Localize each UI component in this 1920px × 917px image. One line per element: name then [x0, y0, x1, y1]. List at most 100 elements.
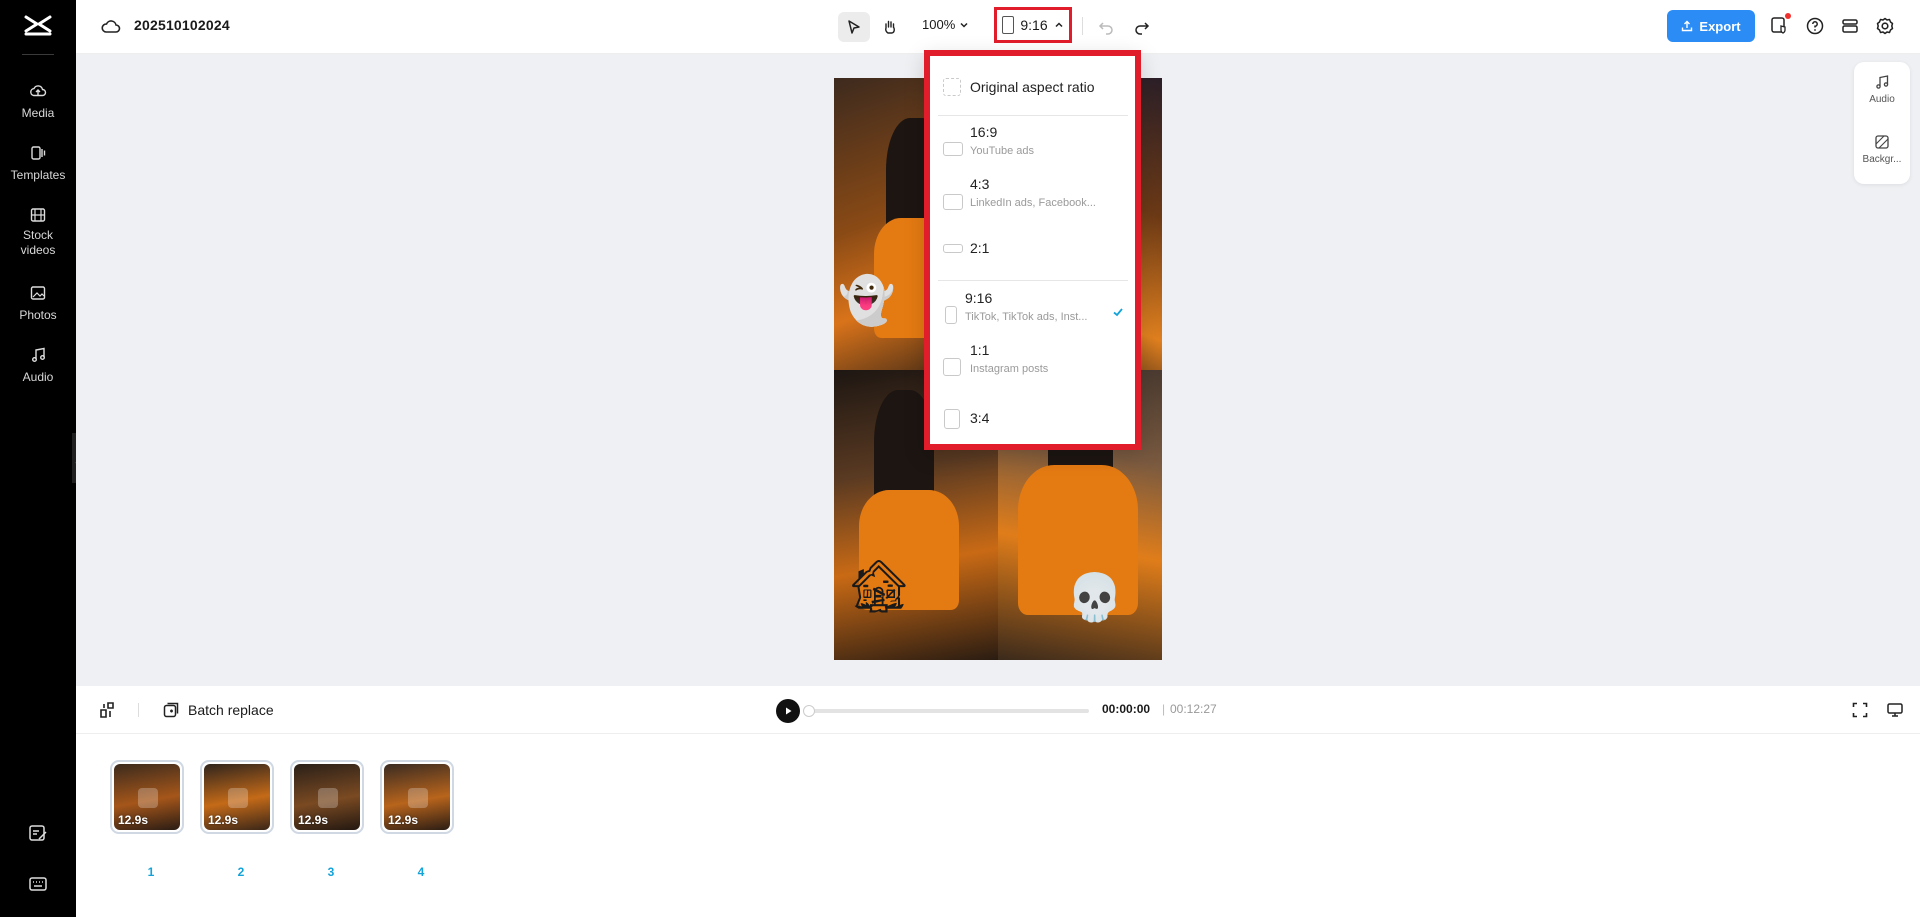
zoom-value: 100%	[922, 17, 956, 32]
layout-tool-icon[interactable]	[98, 701, 116, 719]
timeline-clips: 12.9s 1 12.9s 2 12.9s 3 12.9s 4	[76, 734, 1920, 917]
select-tool-button[interactable]	[838, 12, 870, 42]
cloud-upload-icon	[30, 85, 47, 97]
menu-item-label: Original aspect ratio	[970, 79, 1095, 95]
playhead-knob[interactable]	[803, 705, 815, 717]
app-root: Media Templates Stock videos Photos Audi…	[0, 0, 1920, 917]
sidebar-item-stock-videos[interactable]: Stock videos	[0, 206, 76, 258]
play-button[interactable]	[776, 699, 800, 723]
time-separator: |	[1162, 702, 1166, 716]
keyboard-icon[interactable]	[27, 873, 49, 895]
batch-replace-icon	[163, 702, 179, 718]
film-icon	[30, 208, 46, 222]
ratio-1-1-icon	[943, 358, 961, 376]
batch-replace-button[interactable]: Batch replace	[162, 701, 274, 719]
chevron-down-icon	[960, 22, 968, 28]
upload-icon	[1682, 20, 1693, 32]
right-tool-panel: Audio Backgr...	[1854, 62, 1910, 184]
aspect-ratio-menu: Original aspect ratio 16:9 YouTube ads 4…	[924, 50, 1141, 450]
aspect-ratio-button[interactable]: 9:16	[994, 7, 1072, 43]
top-bar: 202510102024 100% 9:16 Export	[76, 0, 1920, 54]
menu-item-label: 16:9	[970, 124, 998, 140]
logo-divider	[22, 54, 54, 55]
redo-icon	[1135, 22, 1150, 35]
replace-clip-icon[interactable]	[228, 788, 248, 808]
skull-sticker-icon: 💀	[1066, 571, 1124, 623]
menu-item-9-16[interactable]: 9:16 TikTok, TikTok ads, Inst...	[930, 290, 1135, 338]
templates-icon	[31, 146, 46, 160]
export-label: Export	[1699, 18, 1741, 34]
timeline-clip-2[interactable]: 12.9s 2	[200, 760, 274, 879]
ratio-9-16-icon	[945, 306, 957, 324]
menu-item-label: 2:1	[970, 240, 990, 256]
music-icon	[32, 347, 45, 362]
shield-badge-button[interactable]	[1769, 13, 1791, 37]
clip-thumbnail: 12.9s	[204, 764, 270, 830]
fullscreen-icon[interactable]	[1851, 701, 1869, 719]
hand-icon	[885, 20, 895, 34]
menu-item-label: 4:3	[970, 176, 990, 192]
zoom-dropdown[interactable]: 100%	[922, 17, 969, 32]
ratio-2-1-icon	[943, 244, 963, 253]
ghost-sticker-icon: 👻	[838, 274, 896, 326]
clip-duration: 12.9s	[388, 813, 419, 827]
playbar-divider	[138, 703, 139, 717]
hand-tool-button[interactable]	[874, 12, 906, 42]
sidebar-item-label: Media	[21, 106, 55, 120]
music-icon	[1876, 75, 1889, 89]
notification-dot	[1785, 13, 1791, 19]
export-button[interactable]: Export	[1667, 10, 1755, 42]
sidebar-item-templates[interactable]: Templates	[0, 144, 76, 184]
sidebar-item-label: Stock videos	[20, 228, 56, 257]
sidebar-item-label: Templates	[10, 168, 66, 182]
sidebar-item-photos[interactable]: Photos	[0, 284, 76, 324]
replace-clip-icon[interactable]	[408, 788, 428, 808]
menu-item-sublabel: LinkedIn ads, Facebook...	[970, 197, 1096, 209]
total-time: 00:12:27	[1170, 702, 1217, 716]
checkmark-icon	[1113, 308, 1123, 317]
undo-button[interactable]	[1092, 12, 1120, 42]
timeline-clip-3[interactable]: 12.9s 3	[290, 760, 364, 879]
haunted-house-sticker-icon: 🏚	[846, 558, 913, 616]
clip-index: 3	[327, 865, 335, 879]
menu-item-label: 9:16	[965, 290, 993, 306]
preview-quality-icon[interactable]	[1886, 701, 1904, 719]
menu-item-16-9[interactable]: 16:9 YouTube ads	[930, 124, 1135, 172]
menu-item-1-1[interactable]: 1:1 Instagram posts	[930, 342, 1135, 390]
replace-clip-icon[interactable]	[138, 788, 158, 808]
capcut-logo-icon[interactable]	[23, 14, 53, 38]
ratio-3-4-icon	[944, 409, 960, 429]
menu-item-label: 1:1	[970, 342, 990, 358]
help-icon[interactable]	[1804, 15, 1826, 37]
menu-item-sublabel: YouTube ads	[970, 145, 1035, 157]
redo-button[interactable]	[1128, 12, 1156, 42]
background-icon	[1875, 135, 1889, 149]
sidebar-item-media[interactable]: Media	[0, 82, 76, 122]
edit-notes-icon[interactable]	[27, 822, 49, 844]
menu-divider	[938, 280, 1128, 281]
project-title[interactable]: 202510102024	[134, 17, 230, 33]
menu-item-4-3[interactable]: 4:3 LinkedIn ads, Facebook...	[930, 176, 1135, 224]
clip-index: 1	[147, 865, 155, 879]
left-sidebar: Media Templates Stock videos Photos Audi…	[0, 0, 76, 917]
right-panel-label: Audio	[1869, 94, 1895, 105]
right-panel-audio[interactable]: Audio	[1854, 74, 1910, 105]
undo-icon	[1098, 22, 1113, 35]
ratio-4-3-icon	[943, 194, 963, 210]
menu-item-original-ratio[interactable]: Original aspect ratio	[930, 68, 1135, 104]
timeline-clip-1[interactable]: 12.9s 1	[110, 760, 184, 879]
replace-clip-icon[interactable]	[318, 788, 338, 808]
sidebar-item-label: Audio	[22, 370, 54, 384]
menu-divider	[938, 115, 1128, 116]
cloud-sync-icon[interactable]	[100, 16, 122, 38]
menu-item-sublabel: TikTok, TikTok ads, Inst...	[965, 311, 1088, 323]
timeline-clip-4[interactable]: 12.9s 4	[380, 760, 454, 879]
settings-gear-icon[interactable]	[1874, 15, 1896, 37]
right-panel-background[interactable]: Backgr...	[1854, 134, 1910, 165]
sidebar-item-audio[interactable]: Audio	[0, 346, 76, 386]
layers-icon[interactable]	[1839, 15, 1861, 37]
menu-item-3-4[interactable]: 3:4	[930, 396, 1135, 436]
playhead-track[interactable]	[807, 709, 1089, 713]
clip-duration: 12.9s	[208, 813, 239, 827]
menu-item-2-1[interactable]: 2:1	[930, 230, 1135, 266]
